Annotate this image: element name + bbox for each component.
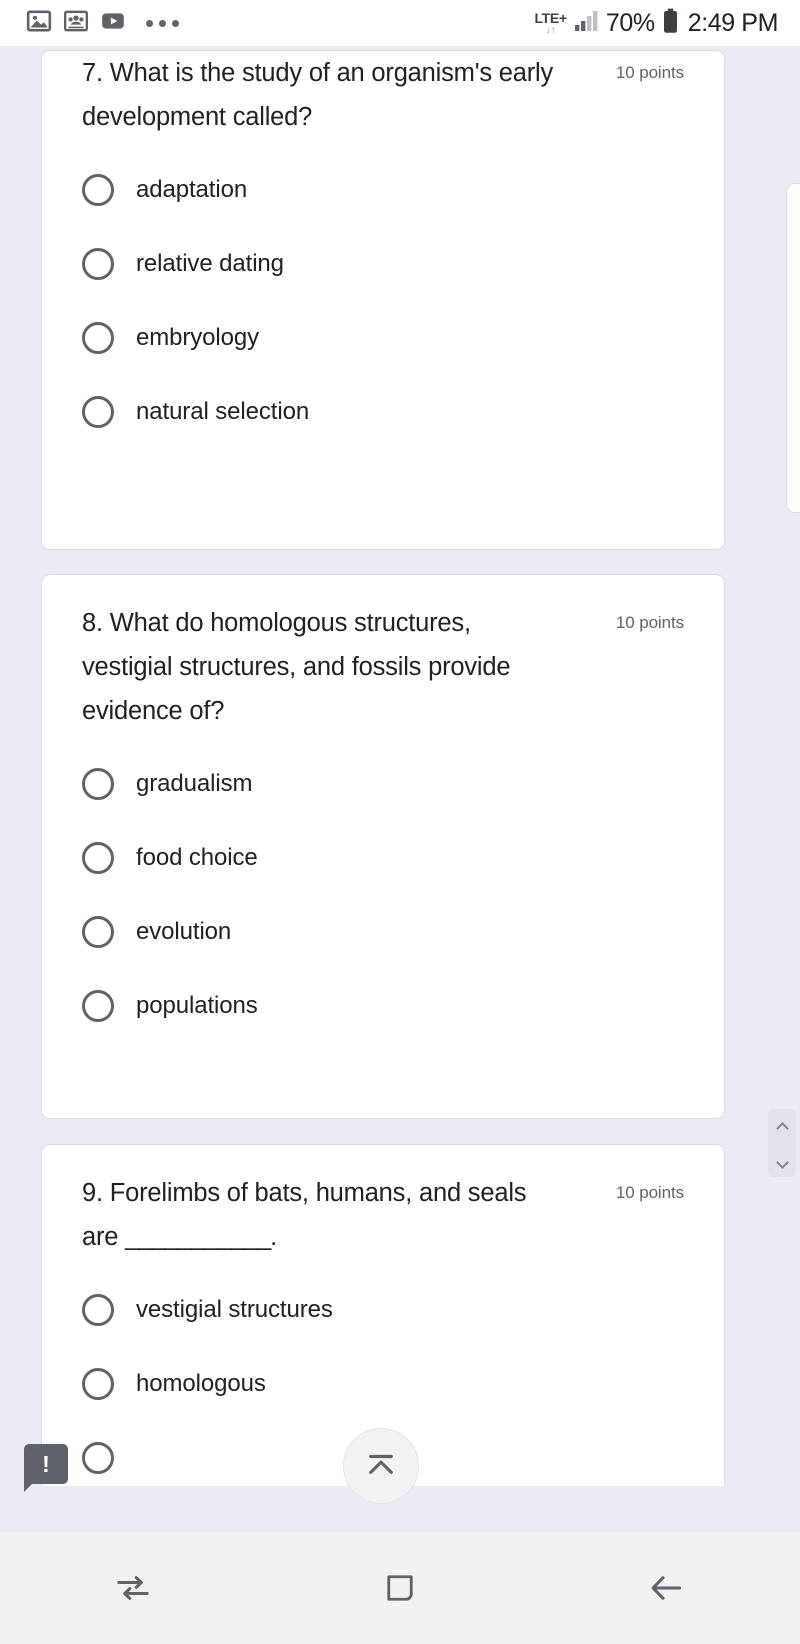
status-bar-system: LTE+ ↓↑ 70% 2:49 PM: [534, 8, 778, 39]
option-row[interactable]: food choice: [82, 821, 684, 895]
youtube-play-icon: [100, 8, 126, 39]
option-row[interactable]: natural selection: [82, 375, 684, 449]
option-row[interactable]: homologous: [82, 1347, 684, 1421]
option-row[interactable]: gradualism: [82, 747, 684, 821]
option-row[interactable]: relative dating: [82, 227, 684, 301]
question-title-9-period: .: [270, 1223, 278, 1251]
question-title-9-blank: ___________: [125, 1223, 271, 1251]
option-row[interactable]: embryology: [82, 301, 684, 375]
option-row[interactable]: populations: [82, 969, 684, 1043]
question-card-7: 7. What is the study of an organism's ea…: [41, 50, 725, 550]
option-label: homologous: [136, 1370, 266, 1397]
back-button[interactable]: [597, 1543, 737, 1633]
option-row[interactable]: adaptation: [82, 153, 684, 227]
adjacent-card-peek: [786, 183, 800, 513]
question-points-7: 10 points: [615, 63, 684, 82]
option-label: food choice: [136, 844, 258, 871]
radio-button-icon[interactable]: [82, 396, 114, 428]
option-row[interactable]: evolution: [82, 895, 684, 969]
question-points-9: 10 points: [615, 1183, 684, 1202]
radio-button-icon[interactable]: [82, 768, 114, 800]
radio-button-icon[interactable]: [82, 842, 114, 874]
option-label: evolution: [136, 918, 232, 945]
scroll-to-top-icon: [369, 1454, 393, 1474]
alert-badge-text: !: [42, 1450, 50, 1477]
signal-bars-icon: [573, 9, 599, 38]
network-type-indicator: LTE+ ↓↑: [534, 9, 567, 36]
form-scroll-area[interactable]: 7. What is the study of an organism's ea…: [0, 46, 800, 1486]
question-title-7: 7. What is the study of an organism's ea…: [82, 59, 554, 131]
status-bar: LTE+ ↓↑ 70% 2:49 PM: [0, 0, 800, 46]
radio-button-icon[interactable]: [82, 916, 114, 948]
home-button[interactable]: [330, 1543, 470, 1633]
navigation-bar: [0, 1532, 800, 1644]
more-dots-icon: [146, 19, 179, 27]
chevron-down-icon[interactable]: [777, 1157, 788, 1164]
option-label: gradualism: [136, 770, 253, 797]
question-header-8: 8. What do homologous structures, vestig…: [82, 575, 684, 733]
question-title-9: 9. Forelimbs of bats, humans, and seals …: [82, 1171, 562, 1259]
home-icon: [387, 1575, 413, 1601]
battery-icon: [662, 8, 679, 39]
back-arrow-icon: [651, 1576, 681, 1600]
radio-button-icon[interactable]: [82, 248, 114, 280]
question-card-8: 8. What do homologous structures, vestig…: [41, 574, 725, 1119]
clock: 2:49 PM: [687, 8, 779, 37]
option-row[interactable]: vestigial structures: [82, 1273, 684, 1347]
radio-button-icon[interactable]: [82, 1442, 114, 1474]
question-points-8: 10 points: [615, 613, 684, 632]
options-list-8: gradualism food choice evolution populat…: [82, 747, 684, 1043]
network-arrows: ↓↑: [545, 24, 556, 36]
radio-button-icon[interactable]: [82, 322, 114, 354]
image-icon: [26, 8, 52, 39]
recents-button[interactable]: [63, 1543, 203, 1633]
option-label: natural selection: [136, 398, 310, 425]
option-label: relative dating: [136, 250, 284, 277]
group-photo-icon: [63, 8, 89, 39]
radio-button-icon[interactable]: [82, 1368, 114, 1400]
option-label: adaptation: [136, 176, 248, 203]
option-label: populations: [136, 992, 258, 1019]
radio-button-icon[interactable]: [82, 174, 114, 206]
chevron-up-icon[interactable]: [777, 1123, 788, 1130]
battery-percent: 70%: [605, 8, 655, 37]
scroll-nub[interactable]: [768, 1109, 796, 1177]
recents-icon: [117, 1576, 150, 1600]
question-header-7: 7. What is the study of an organism's ea…: [82, 51, 684, 139]
option-label: vestigial structures: [136, 1296, 333, 1323]
status-bar-notifications: [26, 8, 179, 39]
radio-button-icon[interactable]: [82, 990, 114, 1022]
network-label: LTE+: [534, 9, 567, 26]
radio-button-icon[interactable]: [82, 1294, 114, 1326]
question-title-8: 8. What do homologous structures, vestig…: [82, 609, 511, 725]
option-label: embryology: [136, 324, 260, 351]
alert-badge[interactable]: !: [24, 1444, 68, 1492]
scroll-to-top-button[interactable]: [343, 1428, 419, 1504]
question-header-9: 9. Forelimbs of bats, humans, and seals …: [82, 1145, 684, 1259]
options-list-7: adaptation relative dating embryology na…: [82, 153, 684, 449]
